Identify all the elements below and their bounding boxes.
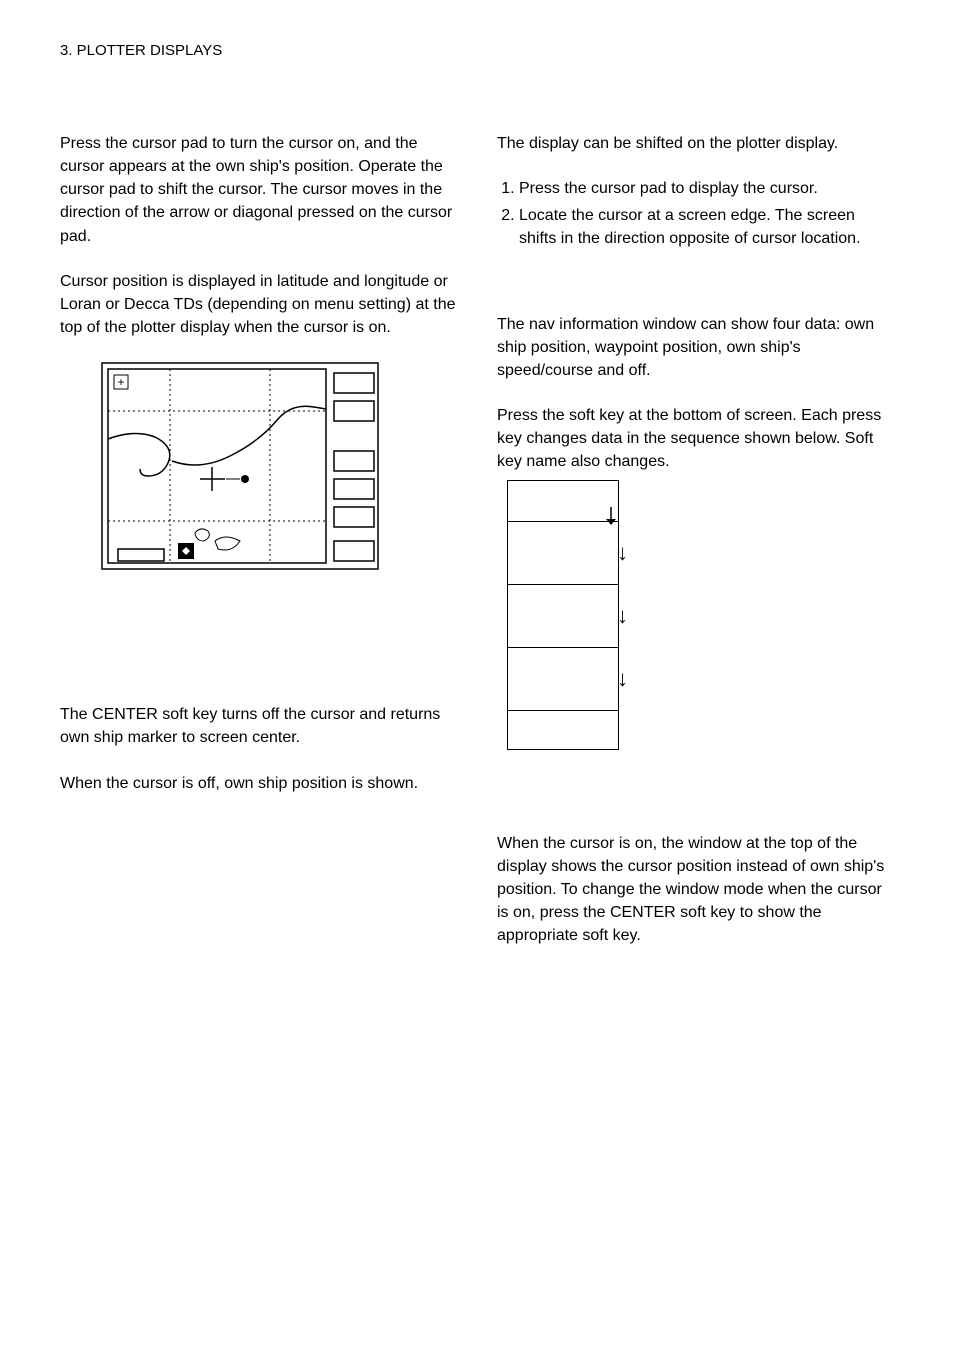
two-column-layout: Press the cursor pad to turn the cursor …	[60, 132, 894, 970]
list-item: Press the cursor pad to display the curs…	[519, 177, 894, 200]
page-header: 3. PLOTTER DISPLAYS	[60, 40, 894, 62]
flow-step	[508, 711, 618, 750]
paragraph: Cursor position is displayed in latitude…	[60, 270, 457, 340]
paragraph: When the cursor is off, own ship positio…	[60, 772, 457, 795]
plus-icon: +	[117, 375, 124, 389]
paragraph: The CENTER soft key turns off the cursor…	[60, 703, 457, 749]
flow-step: ↓	[508, 648, 618, 711]
flow-step	[508, 481, 618, 522]
arrow-down-icon: ↓	[617, 605, 628, 627]
flow-step: ↓	[508, 585, 618, 648]
paragraph: Press the soft key at the bottom of scre…	[497, 404, 894, 474]
arrow-down-icon: ↓	[617, 542, 628, 564]
plotter-diagram-svg: +	[100, 361, 380, 571]
right-column: The display can be shifted on the plotte…	[497, 132, 894, 970]
plotter-display-figure: +	[100, 361, 457, 571]
arrow-down-icon: ↓	[617, 668, 628, 690]
paragraph: Press the cursor pad to turn the cursor …	[60, 132, 457, 248]
list-item: Locate the cursor at a screen edge. The …	[519, 204, 894, 250]
left-column: Press the cursor pad to turn the cursor …	[60, 132, 457, 970]
numbered-list: Press the cursor pad to display the curs…	[497, 177, 894, 251]
paragraph: The nav information window can show four…	[497, 313, 894, 383]
sequence-flow-figure: ↓ ↓ ↓	[507, 480, 894, 750]
flow-step: ↓	[508, 522, 618, 585]
paragraph: The display can be shifted on the plotte…	[497, 132, 894, 155]
paragraph: When the cursor is on, the window at the…	[497, 832, 894, 948]
